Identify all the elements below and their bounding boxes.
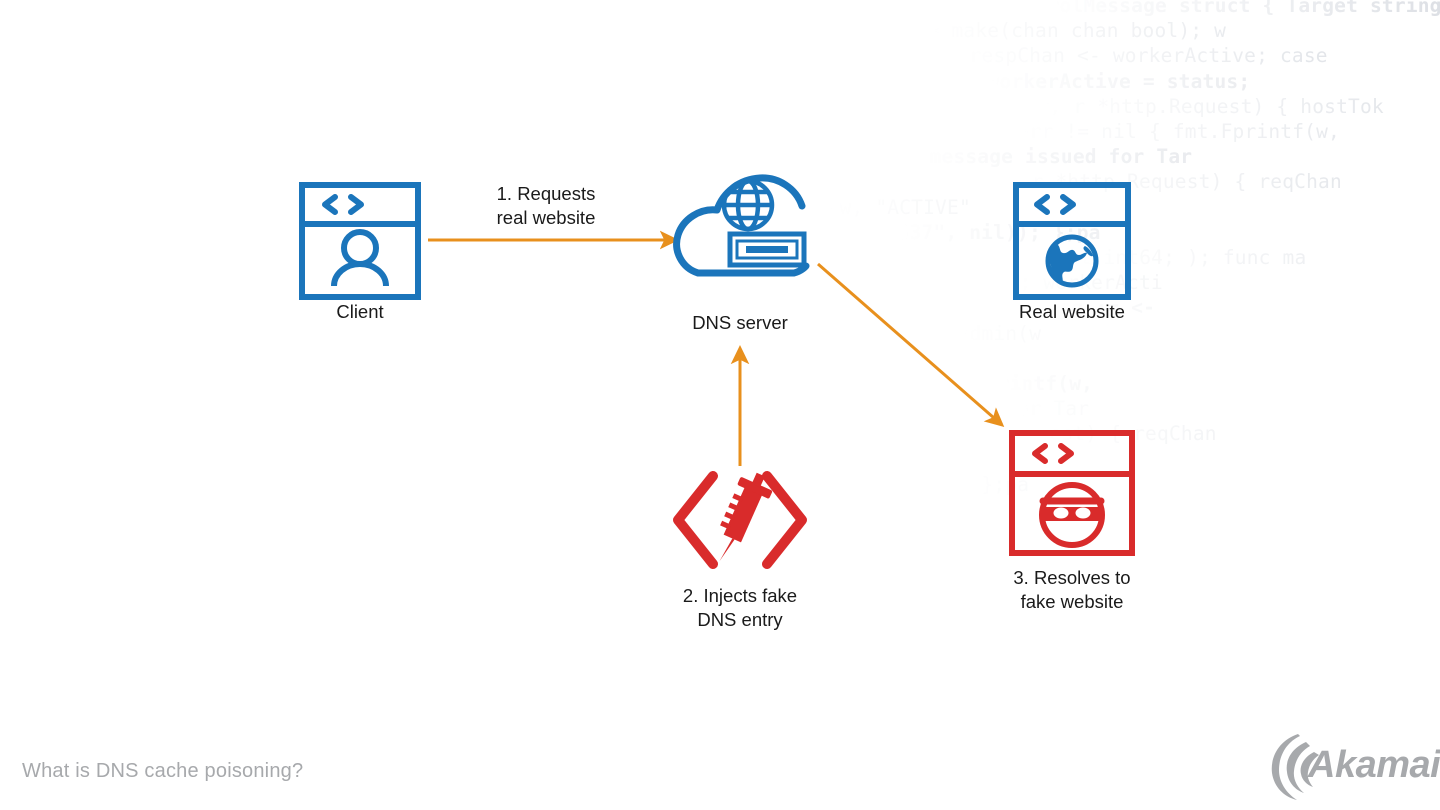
code-background-line: ontrol func admin(w http.ResponseWriter,… [560,94,1384,118]
cloud-globe-server-icon [673,174,810,277]
code-brackets-syringe-icon [673,471,807,569]
code-background-line: count"), 10, 64); if err != nil { fmt.Fp… [520,372,1094,395]
arrow-dns-to-fake [817,262,1005,427]
code-background-line: return } msgChan fmt.Fprintf(w, "Control… [440,145,1193,169]
node-injector-label: 2. Injects fake DNS entry [682,585,798,630]
code-background-line: seInt(r.FormValue("count"), 10, 64); if … [540,120,1340,143]
node-real-website-label: Real website [1019,301,1125,322]
node-dns-server-label: DNS server [692,312,788,333]
browser-window-globe-icon [1013,182,1131,300]
code-background-line: respChan chan bool); statusPollChannel :… [450,19,1227,43]
node-client: Client [279,182,441,324]
connector-label-client-to-dns: 1. Requests real website [496,183,596,228]
code-background-line: han; if result { fmt.Fprint(w, "ACTIVE" [400,447,866,471]
diagram-canvas: sse deal "strings" "time" ); type Contro… [0,0,1440,810]
code-background-line: Writer, r *http.Request) { hostTokens [370,346,812,370]
akamai-logo: Akamai [1268,730,1440,807]
code-background-line: a case status := <- workerCompleteChan: … [510,69,1251,93]
node-client-label: Client [336,301,384,322]
node-injector: 2. Injects fake DNS entry [659,470,821,632]
code-background-line: ct msg reqChan se <- statusPollChannel: … [480,44,1328,68]
browser-window-user-icon [299,182,421,300]
code-background-line: fmt.Fprintf(w, "Control message issued f… [540,397,1090,421]
node-real-website: Real website [991,182,1153,324]
code-background-line: sse deal "strings" "time" ); type Contro… [570,0,1440,17]
connector-arrows [428,230,1005,466]
page-title: What is DNS cache poisoning? [22,760,304,782]
akamai-wordmark: Akamai [1308,744,1440,786]
node-dns-server: DNS server [659,172,821,335]
browser-window-masked-face-icon [1009,430,1135,556]
node-fake-website: 3. Resolves to fake website [991,430,1153,614]
code-background-line: func statusHandler(w http.ResponseWriter… [530,170,1342,194]
node-fake-website-label: 3. Resolves to fake website [1013,567,1131,612]
